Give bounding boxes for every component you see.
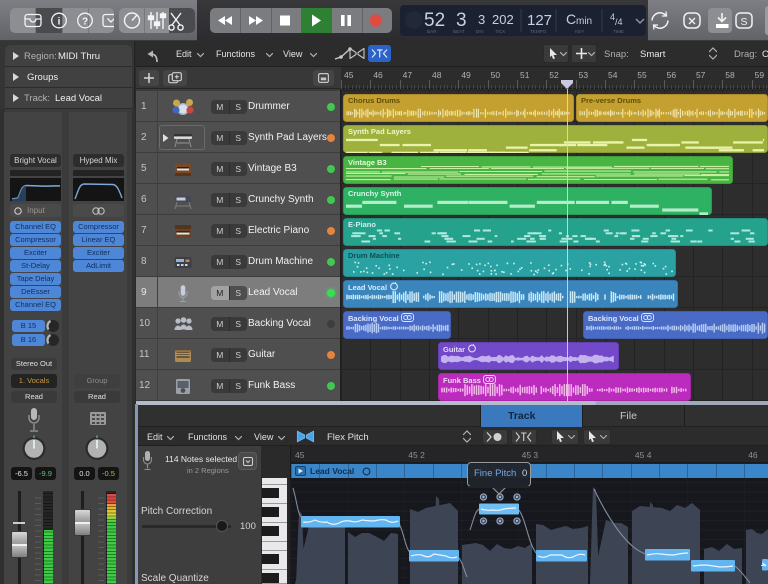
svg-text:127: 127	[527, 12, 552, 29]
svg-text:52: 52	[424, 10, 445, 31]
svg-text:DIV: DIV	[476, 29, 485, 34]
svg-text:C: C	[566, 11, 576, 27]
svg-text:3: 3	[456, 10, 467, 31]
svg-text:202: 202	[492, 12, 514, 27]
svg-text:BEAT: BEAT	[453, 29, 465, 34]
svg-text:/4: /4	[615, 17, 623, 27]
svg-text:?: ?	[82, 17, 88, 28]
svg-text:TEMPO: TEMPO	[530, 29, 547, 34]
svg-text:TIME: TIME	[613, 29, 624, 34]
svg-text:3: 3	[478, 12, 485, 27]
svg-text:KEY: KEY	[575, 29, 584, 34]
svg-text:TICK: TICK	[495, 29, 506, 34]
svg-text:i: i	[58, 17, 61, 28]
svg-text:BAR: BAR	[427, 29, 437, 34]
svg-text:min: min	[576, 16, 592, 27]
svg-text:S: S	[740, 16, 747, 28]
